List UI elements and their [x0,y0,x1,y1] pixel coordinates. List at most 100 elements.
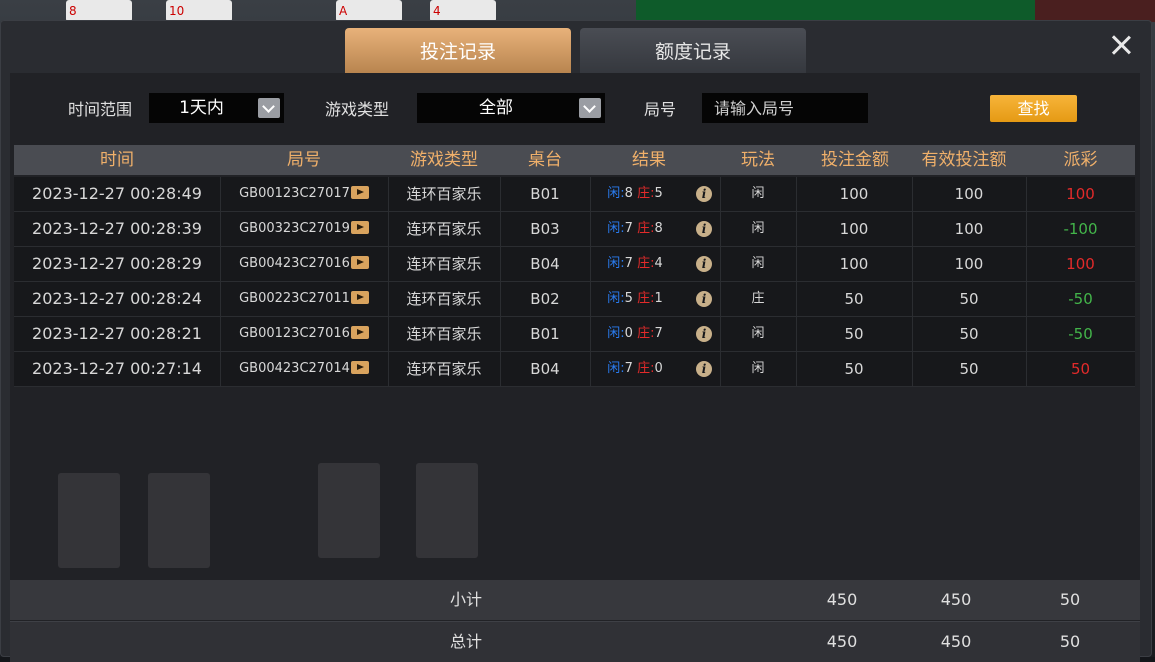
info-icon[interactable]: i [696,361,712,377]
play-icon[interactable] [350,361,369,374]
banker-score: 4 [654,256,663,271]
total-row: 总计 450 450 50 [10,621,1140,662]
cell-valid: 50 [959,360,979,378]
cell-table: B02 [530,290,560,308]
cell-payout: 100 [1066,185,1095,203]
chevron-down-icon[interactable] [258,98,280,118]
header-result: 结果 [632,150,666,170]
table-row: 2023-12-27 00:28:21 GB00123C27016 连环百家乐 … [14,317,1135,352]
cell-round[interactable]: GB00123C27017 [220,177,388,211]
player-label: 闲: [607,186,625,201]
bg-card: 4 [430,0,496,22]
play-icon[interactable] [350,256,369,269]
cell-round[interactable]: GB00223C27011 [220,282,388,316]
cell-time: 2023-12-27 00:27:14 [32,359,202,378]
total-bet: 450 [826,632,858,651]
bet-history-dialog: 投注记录 额度记录 时间范围 1天内 游戏类型 全部 局号 查找 时间 局号 游… [0,20,1152,662]
total-label: 总计 [449,632,482,651]
bg-table-felt [636,0,1036,22]
banker-label: 庄: [637,186,655,201]
info-icon[interactable]: i [696,256,712,272]
header-game-type: 游戏类型 [410,150,478,170]
play-icon[interactable] [350,221,369,234]
round-input[interactable] [702,93,868,123]
cell-valid: 50 [959,290,979,308]
records-panel: 时间范围 1天内 游戏类型 全部 局号 查找 时间 局号 游戏类型 桌台 结果 … [10,73,1140,662]
info-icon[interactable]: i [696,186,712,202]
cell-result: 闲:7 庄:8 [590,212,680,246]
cell-round[interactable]: GB00123C27016 [220,317,388,351]
play-icon[interactable] [350,186,369,199]
time-range-select[interactable]: 1天内 [149,93,284,123]
header-valid-bet: 有效投注额 [921,150,1007,170]
play-icon[interactable] [350,291,369,304]
bg-card: 8 [66,0,132,22]
table-row: 2023-12-27 00:28:24 GB00223C27011 连环百家乐 … [14,282,1135,317]
round-id: GB00123C27017 [239,186,350,201]
chevron-down-icon[interactable] [579,98,601,118]
banker-label: 庄: [637,326,655,341]
player-score: 0 [624,326,633,341]
banker-score: 0 [654,361,663,376]
cell-bet: 50 [844,325,864,343]
cell-table: B04 [530,360,560,378]
cell-table: B01 [530,325,560,343]
tab-credit-records[interactable]: 额度记录 [580,28,806,73]
player-label: 闲: [607,291,625,306]
cell-play: 闲 [751,326,765,341]
cell-valid: 100 [954,185,984,203]
time-range-label: 时间范围 [68,100,133,119]
close-icon[interactable] [1108,32,1134,58]
cell-bet: 100 [839,220,869,238]
banker-score: 5 [654,186,663,201]
tab-bet-records[interactable]: 投注记录 [345,28,571,73]
cell-play: 闲 [751,256,765,271]
table-header: 时间 局号 游戏类型 桌台 结果 玩法 投注金额 有效投注额 派彩 [14,145,1135,175]
player-score: 7 [624,256,633,271]
cell-time: 2023-12-27 00:28:24 [32,289,202,308]
cell-result: 闲:7 庄:4 [590,247,680,281]
subtotal-row: 小计 450 450 50 [10,580,1140,620]
cell-play: 闲 [751,186,765,201]
cell-game: 连环百家乐 [406,325,482,343]
bg-panel [1035,0,1155,22]
round-id: GB00223C27011 [239,291,350,306]
info-icon[interactable]: i [696,221,712,237]
subtotal-label: 小计 [449,590,482,609]
cell-table: B01 [530,185,560,203]
banker-label: 庄: [637,291,655,306]
cell-bet: 100 [839,185,869,203]
header-time: 时间 [100,150,134,170]
round-id: GB00123C27016 [239,326,350,341]
game-type-select[interactable]: 全部 [417,93,605,123]
cell-game: 连环百家乐 [406,220,482,238]
cell-round[interactable]: GB00423C27014 [220,352,388,386]
banker-score: 1 [654,291,663,306]
cell-table: B03 [530,220,560,238]
player-label: 闲: [607,221,625,236]
cell-game: 连环百家乐 [406,185,482,203]
cell-payout: -50 [1068,290,1093,308]
player-score: 5 [624,291,633,306]
cell-round[interactable]: GB00423C27016 [220,247,388,281]
header-payout: 派彩 [1063,150,1098,170]
cell-play: 闲 [751,361,765,376]
cell-table: B04 [530,255,560,273]
cell-round[interactable]: GB00323C27019 [220,212,388,246]
search-button[interactable]: 查找 [990,95,1077,122]
table-row: 2023-12-27 00:28:29 GB00423C27016 连环百家乐 … [14,247,1135,282]
info-icon[interactable]: i [696,326,712,342]
play-icon[interactable] [350,326,369,339]
time-range-value: 1天内 [179,98,224,118]
cell-result: 闲:7 庄:0 [590,352,680,386]
game-type-label: 游戏类型 [325,100,390,119]
cell-game: 连环百家乐 [406,290,482,308]
cell-valid: 50 [959,325,979,343]
header-play: 玩法 [741,150,775,170]
header-round: 局号 [287,150,321,170]
info-icon[interactable]: i [696,291,712,307]
cell-valid: 100 [954,220,984,238]
header-bet-amount: 投注金额 [821,150,889,170]
table-row: 2023-12-27 00:28:39 GB00323C27019 连环百家乐 … [14,212,1135,247]
cell-payout: 100 [1066,255,1095,273]
